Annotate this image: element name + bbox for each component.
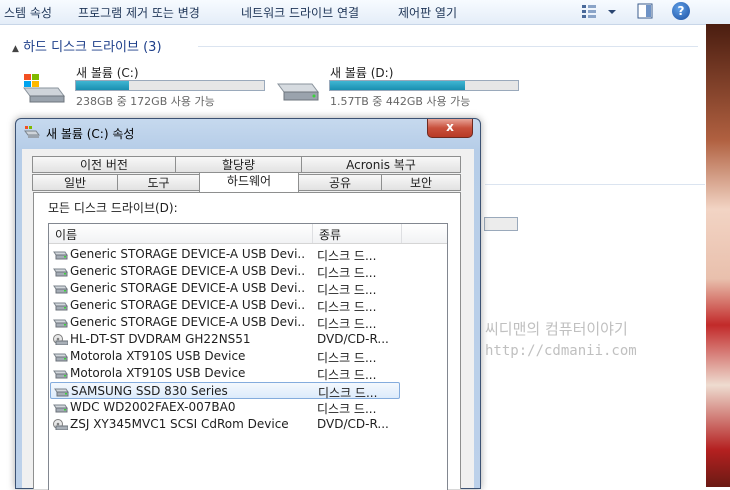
tab-sharing[interactable]: 공유 — [298, 174, 382, 191]
device-name: Generic STORAGE DEVICE-A USB Devi... — [70, 298, 306, 312]
drive-title-icon — [24, 125, 40, 139]
hardware-panel: 모든 디스크 드라이브(D): 이름 종류 Generic STORAGE DE… — [33, 192, 461, 490]
device-name: Generic STORAGE DEVICE-A USB Devi... — [70, 315, 306, 329]
device-name: Generic STORAGE DEVICE-A USB Devi... — [70, 264, 306, 278]
device-name: Motorola XT910S USB Device — [70, 366, 246, 380]
device-type: DVD/CD-R... — [317, 332, 389, 346]
table-row[interactable]: Motorola XT910S USB Device 디스크 드... — [50, 348, 400, 365]
hdd-icon — [53, 249, 68, 260]
column-type[interactable]: 종류 — [319, 226, 341, 243]
table-row[interactable]: Generic STORAGE DEVICE-A USB Devi... 디스크 … — [50, 246, 400, 263]
tab-acronis-recovery[interactable]: Acronis 복구 — [301, 156, 461, 173]
hdd-icon — [53, 266, 68, 277]
device-name: HL-DT-ST DVDRAM GH22NS51 — [70, 332, 251, 346]
tab-general[interactable]: 일반 — [32, 174, 118, 191]
device-type: 디스크 드... — [317, 317, 377, 331]
hidden-drive-usage-bar — [484, 217, 518, 231]
table-row[interactable]: WDC WD2002FAEX-007BA0 디스크 드... — [50, 399, 400, 416]
column-separator[interactable] — [401, 224, 402, 243]
toolbar-system-properties[interactable]: 스템 속성 — [4, 4, 52, 21]
device-type: 디스크 드... — [317, 283, 377, 297]
device-name: WDC WD2002FAEX-007BA0 — [70, 400, 236, 414]
tab-previous-versions[interactable]: 이전 버전 — [32, 156, 176, 173]
table-row[interactable]: Generic STORAGE DEVICE-A USB Devi... 디스크 … — [50, 280, 400, 297]
device-type: 디스크 드... — [317, 266, 377, 280]
drive-d-usage-bar — [329, 80, 519, 91]
desktop-wallpaper — [706, 24, 730, 487]
device-type: 디스크 드... — [317, 402, 377, 416]
toolbar-map-network-drive[interactable]: 네트워크 드라이브 연결 — [241, 4, 359, 21]
drive-d-name: 새 볼륨 (D:) — [330, 66, 394, 80]
preview-pane-icon[interactable] — [636, 2, 654, 20]
device-name: Generic STORAGE DEVICE-A USB Devi... — [70, 247, 306, 261]
all-disk-drives-label: 모든 디스크 드라이브(D): — [48, 201, 178, 215]
watermark-title: 씨디맨의 컴퓨터이야기 — [485, 320, 628, 338]
help-icon[interactable]: ? — [672, 2, 690, 20]
drive-d[interactable]: 새 볼륨 (D:) 1.57TB 중 442GB 사용 가능 — [274, 64, 524, 108]
tab-tools[interactable]: 도구 — [117, 174, 200, 191]
optical-drive-icon — [53, 334, 69, 346]
drive-c-space: 238GB 중 172GB 사용 가능 — [76, 95, 215, 108]
device-name: Generic STORAGE DEVICE-A USB Devi... — [70, 281, 306, 295]
collapse-triangle-icon[interactable]: ▲ — [12, 44, 19, 54]
hdd-icon — [274, 74, 320, 104]
hdd-icon — [53, 300, 68, 311]
tab-hardware[interactable]: 하드웨어 — [199, 172, 299, 192]
hdd-icon — [53, 368, 68, 379]
optical-drive-icon — [53, 419, 69, 431]
chevron-down-icon[interactable] — [603, 2, 621, 20]
table-row[interactable]: HL-DT-ST DVDRAM GH22NS51 DVD/CD-R... — [50, 331, 400, 348]
device-type: 디스크 드... — [317, 351, 377, 365]
device-type: 디스크 드... — [317, 300, 377, 314]
drive-c-usage-bar — [75, 80, 265, 91]
column-name[interactable]: 이름 — [55, 226, 77, 243]
section-divider-2 — [485, 184, 705, 185]
table-row[interactable]: ZSJ XY345MVC1 SCSI CdRom Device DVD/CD-R.… — [50, 416, 400, 433]
windows-drive-icon — [20, 74, 66, 104]
explorer-toolbar: 스템 속성 프로그램 제거 또는 변경 네트워크 드라이브 연결 제어판 열기 … — [0, 0, 730, 25]
dialog-title: 새 볼륨 (C:) 속성 — [46, 127, 135, 141]
drive-c-name: 새 볼륨 (C:) — [76, 66, 139, 80]
device-type: 디스크 드... — [317, 368, 377, 382]
drive-d-space: 1.57TB 중 442GB 사용 가능 — [330, 95, 471, 108]
table-row[interactable]: Motorola XT910S USB Device 디스크 드... — [50, 365, 400, 382]
table-row[interactable]: Generic STORAGE DEVICE-A USB Devi... 디스크 … — [50, 263, 400, 280]
table-row[interactable]: Generic STORAGE DEVICE-A USB Devi... 디스크 … — [50, 314, 400, 331]
hard-disk-section-title[interactable]: ▲ 하드 디스크 드라이브 (3) — [12, 36, 162, 55]
hdd-icon — [53, 283, 68, 294]
hdd-icon — [53, 317, 68, 328]
column-separator[interactable] — [312, 224, 313, 243]
drive-c-usage-fill — [76, 81, 129, 90]
toolbar-open-control-panel[interactable]: 제어판 열기 — [398, 4, 457, 21]
properties-dialog: 새 볼륨 (C:) 속성 x 이전 버전 할당량 Acronis 복구 일반 도… — [15, 118, 481, 490]
device-list[interactable]: 이름 종류 Generic STORAGE DEVICE-A USB Devi.… — [48, 223, 448, 490]
section-title-text: 하드 디스크 드라이브 (3) — [23, 40, 162, 55]
list-header: 이름 종류 — [49, 224, 447, 244]
tab-security[interactable]: 보안 — [381, 174, 461, 191]
device-name: SAMSUNG SSD 830 Series — [71, 384, 228, 398]
section-divider — [198, 46, 698, 47]
toolbar-uninstall-program[interactable]: 프로그램 제거 또는 변경 — [78, 4, 200, 21]
hdd-icon — [54, 386, 69, 397]
view-options-icon[interactable] — [580, 2, 598, 20]
watermark-url: http://cdmanii.com — [485, 343, 637, 359]
close-button[interactable]: x — [427, 119, 473, 138]
table-row[interactable]: SAMSUNG SSD 830 Series 디스크 드... — [50, 382, 400, 400]
device-type: DVD/CD-R... — [317, 417, 389, 431]
device-name: Motorola XT910S USB Device — [70, 349, 246, 363]
hdd-icon — [53, 402, 68, 413]
table-row[interactable]: Generic STORAGE DEVICE-A USB Devi... 디스크 … — [50, 297, 400, 314]
drive-c[interactable]: 새 볼륨 (C:) 238GB 중 172GB 사용 가능 — [20, 64, 270, 108]
device-type: 디스크 드... — [317, 249, 377, 263]
drive-d-usage-fill — [330, 81, 466, 90]
device-name: ZSJ XY345MVC1 SCSI CdRom Device — [70, 417, 289, 431]
hdd-icon — [53, 351, 68, 362]
tab-quota[interactable]: 할당량 — [175, 156, 302, 173]
